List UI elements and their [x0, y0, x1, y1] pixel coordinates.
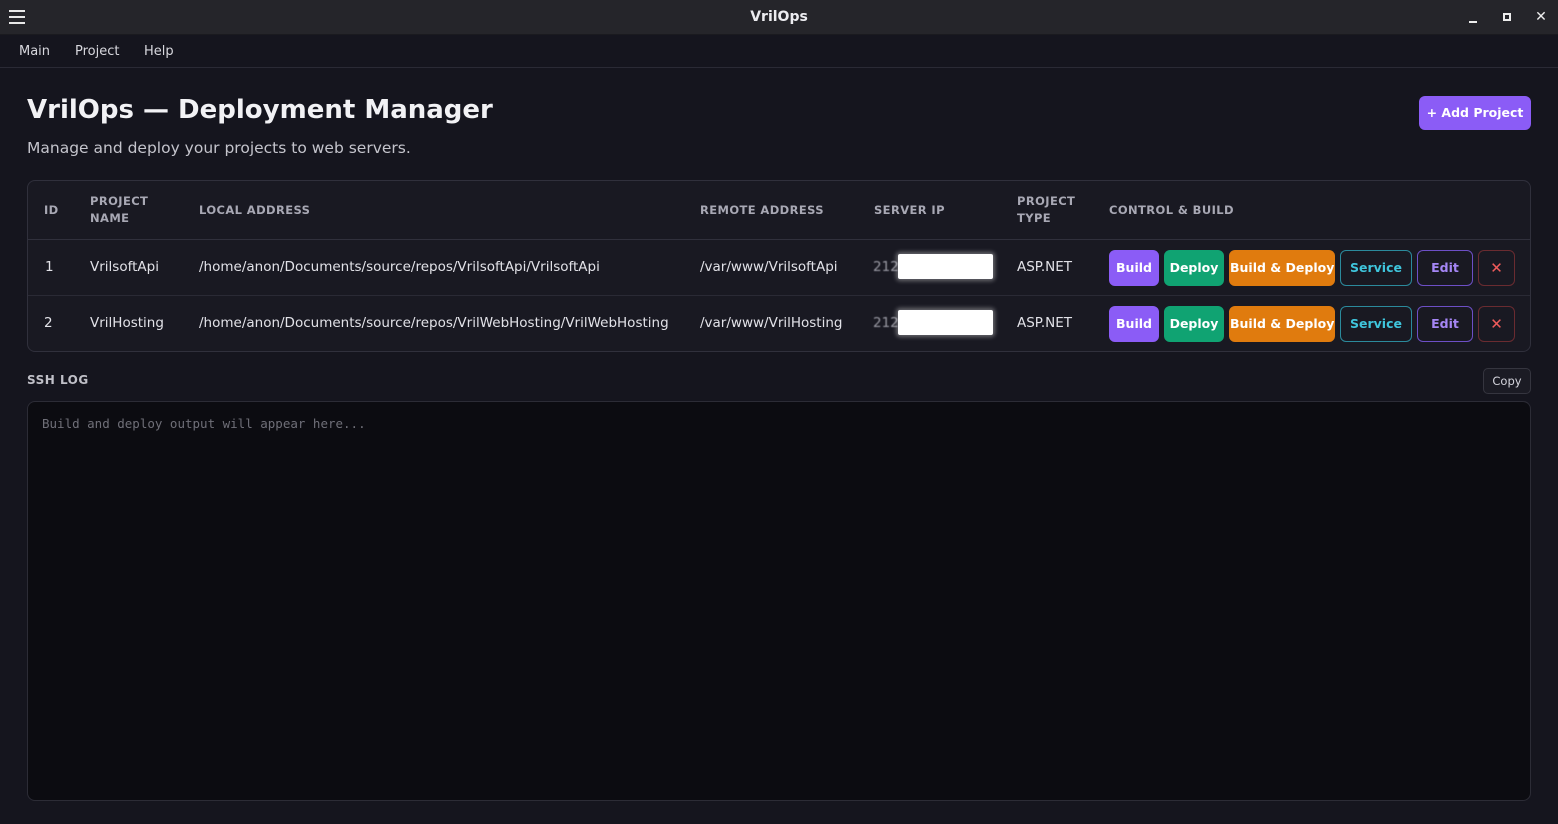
delete-icon[interactable]: ✕	[1478, 306, 1515, 342]
minimize-icon[interactable]	[1463, 8, 1483, 28]
page-title: VrilOps — Deployment Manager	[27, 95, 493, 125]
table-header: ID PROJECT NAME LOCAL ADDRESS REMOTE ADD…	[28, 181, 1530, 240]
col-project-name: PROJECT NAME	[90, 193, 148, 227]
maximize-icon[interactable]	[1497, 8, 1517, 28]
service-button[interactable]: Service	[1340, 250, 1412, 286]
window-title: VrilOps	[750, 9, 808, 25]
col-project-type: PROJECT TYPE	[1017, 193, 1075, 227]
redaction-box	[898, 254, 993, 279]
cell-project-type: ASP.NET	[1017, 315, 1073, 331]
col-remote-address: REMOTE ADDRESS	[700, 203, 824, 217]
server-ip-prefix: 212	[873, 315, 899, 331]
col-id: ID	[44, 203, 59, 217]
col-control-build: CONTROL & BUILD	[1109, 203, 1234, 217]
cell-project-name: VrilHosting	[90, 315, 164, 331]
menu-help[interactable]: Help	[144, 44, 174, 59]
menu-project[interactable]: Project	[75, 44, 119, 59]
cell-remote-address: /var/www/VrilsoftApi	[700, 259, 838, 275]
window-titlebar: VrilOps ✕	[0, 0, 1558, 35]
deploy-button[interactable]: Deploy	[1164, 306, 1224, 342]
build-and-deploy-button[interactable]: Build & Deploy	[1229, 250, 1335, 286]
copy-log-button[interactable]: Copy	[1483, 368, 1531, 394]
redaction-box	[898, 310, 993, 335]
menu-main[interactable]: Main	[19, 44, 50, 59]
cell-server-ip: 212	[873, 254, 993, 279]
build-button[interactable]: Build	[1109, 306, 1159, 342]
table-row: 1 VrilsoftApi /home/anon/Documents/sourc…	[28, 240, 1530, 296]
cell-remote-address: /var/www/VrilHosting	[700, 315, 843, 331]
projects-table: ID PROJECT NAME LOCAL ADDRESS REMOTE ADD…	[27, 180, 1531, 352]
ssh-log-output[interactable]: Build and deploy output will appear here…	[27, 401, 1531, 801]
build-and-deploy-button[interactable]: Build & Deploy	[1229, 306, 1335, 342]
delete-icon[interactable]: ✕	[1478, 250, 1515, 286]
cell-id: 1	[45, 259, 54, 275]
col-project-name-line1: PROJECT	[90, 194, 149, 208]
page-subtitle: Manage and deploy your projects to web s…	[27, 139, 411, 157]
col-project-type-line1: PROJECT	[1017, 194, 1076, 208]
cell-server-ip: 212	[873, 310, 993, 335]
close-icon[interactable]: ✕	[1531, 8, 1551, 28]
col-project-name-line2: NAME	[90, 211, 130, 225]
cell-project-type: ASP.NET	[1017, 259, 1073, 275]
server-ip-prefix: 212	[873, 259, 899, 275]
edit-button[interactable]: Edit	[1417, 306, 1473, 342]
deploy-button[interactable]: Deploy	[1164, 250, 1224, 286]
log-placeholder: Build and deploy output will appear here…	[42, 416, 366, 431]
ssh-log-label: SSH LOG	[27, 373, 89, 387]
menubar: Main Project Help	[0, 36, 1558, 68]
cell-project-name: VrilsoftApi	[90, 259, 159, 275]
col-server-ip: SERVER IP	[874, 203, 945, 217]
edit-button[interactable]: Edit	[1417, 250, 1473, 286]
cell-local-address: /home/anon/Documents/source/repos/Vrilso…	[199, 259, 600, 275]
add-project-button[interactable]: + Add Project	[1419, 96, 1531, 130]
cell-id: 2	[44, 315, 53, 331]
cell-local-address: /home/anon/Documents/source/repos/VrilWe…	[199, 315, 669, 331]
service-button[interactable]: Service	[1340, 306, 1412, 342]
col-project-type-line2: TYPE	[1017, 211, 1052, 225]
col-local-address: LOCAL ADDRESS	[199, 203, 311, 217]
build-button[interactable]: Build	[1109, 250, 1159, 286]
table-row: 2 VrilHosting /home/anon/Documents/sourc…	[28, 296, 1530, 351]
